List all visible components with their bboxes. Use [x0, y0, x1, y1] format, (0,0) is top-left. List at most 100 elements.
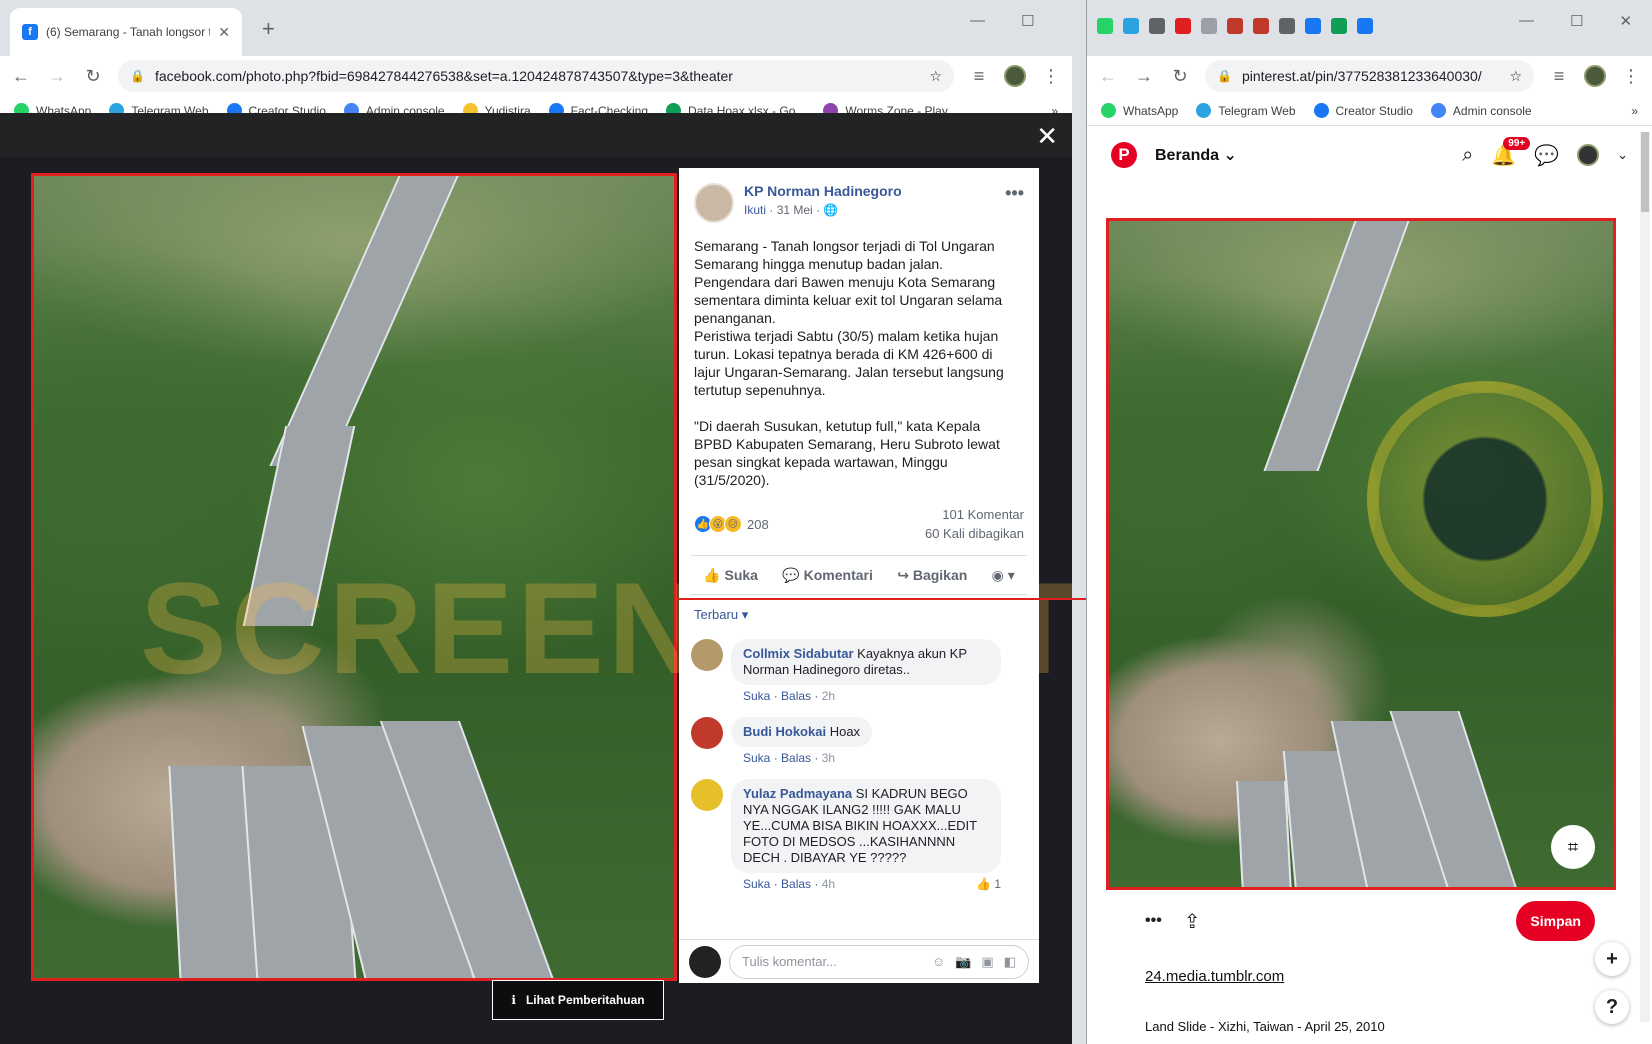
- forward-icon[interactable]: →: [46, 66, 68, 87]
- minimize-icon[interactable]: —: [1519, 12, 1534, 30]
- reload-icon[interactable]: ↻: [82, 66, 104, 87]
- author-name[interactable]: KP Norman Hadinegoro: [744, 183, 902, 199]
- bookmark-whatsapp[interactable]: WhatsApp: [1101, 103, 1178, 118]
- generic-tab-icon[interactable]: [1149, 18, 1165, 34]
- share-icon[interactable]: ⇪: [1184, 909, 1201, 934]
- more-options-icon[interactable]: •••: [1005, 183, 1024, 204]
- close-tab-icon[interactable]: [1201, 18, 1217, 34]
- sticker-icon[interactable]: ◧: [1004, 954, 1016, 970]
- scrollbar[interactable]: [1640, 132, 1650, 1022]
- more-icon[interactable]: •••: [1145, 912, 1162, 930]
- bookmarks-overflow-icon[interactable]: »: [1631, 104, 1638, 118]
- reload-icon[interactable]: ↻: [1169, 66, 1191, 87]
- home-dropdown[interactable]: Beranda ⌄: [1155, 145, 1237, 165]
- commenter-name[interactable]: Yulaz Padmayana: [743, 786, 852, 801]
- chat-icon[interactable]: 💬: [1534, 143, 1559, 168]
- comment-like-count: 👍 1: [976, 877, 1001, 891]
- star-icon[interactable]: ☆: [929, 68, 942, 85]
- link-icon[interactable]: [1227, 18, 1243, 34]
- comment-meta: Suka · Balas · 4h 👍 1: [743, 877, 1001, 891]
- chevron-down-icon[interactable]: ⌄: [1617, 147, 1628, 163]
- media-icon[interactable]: ≡: [1548, 66, 1570, 87]
- maximize-icon[interactable]: ☐: [1570, 12, 1583, 30]
- menu-icon[interactable]: ⋮: [1040, 66, 1062, 87]
- close-window-icon[interactable]: ✕: [1619, 12, 1632, 30]
- star-icon[interactable]: ☆: [1509, 68, 1522, 85]
- pinterest-logo-icon[interactable]: P: [1111, 142, 1137, 168]
- comment-like-link[interactable]: Suka: [743, 877, 770, 891]
- tab-facebook[interactable]: f (6) Semarang - Tanah longsor ter ✕: [10, 8, 242, 56]
- back-icon[interactable]: ←: [10, 66, 32, 87]
- emoji-icon[interactable]: ☺: [932, 954, 945, 969]
- new-tab-button[interactable]: +: [262, 16, 275, 42]
- help-button[interactable]: ?: [1595, 990, 1629, 1024]
- source-link[interactable]: 24.media.tumblr.com: [1145, 968, 1284, 985]
- address-bar[interactable]: 🔒 pinterest.at/pin/377528381233640030/ ☆: [1205, 60, 1534, 92]
- comment-like-link[interactable]: Suka: [743, 689, 770, 703]
- bookmark-admin-console[interactable]: Admin console: [1430, 103, 1532, 118]
- gif-icon[interactable]: ▣: [981, 954, 993, 970]
- notice-button[interactable]: ℹ Lihat Pemberitahuan: [492, 980, 664, 1020]
- telegram-icon: [1196, 103, 1212, 118]
- comment-like-link[interactable]: Suka: [743, 751, 770, 765]
- close-window-icon[interactable]: ✕: [1070, 12, 1072, 30]
- commenter-name[interactable]: Collmix Sidabutar: [743, 646, 854, 661]
- media-icon[interactable]: ≡: [968, 66, 990, 87]
- commenter-avatar[interactable]: [691, 779, 723, 811]
- menu-icon[interactable]: ⋮: [1620, 66, 1642, 87]
- bell-icon[interactable]: 🔔 99+: [1491, 136, 1531, 168]
- like-button[interactable]: 👍 Suka: [703, 567, 758, 584]
- profile-avatar[interactable]: [1584, 65, 1606, 87]
- bookmark-creator-studio[interactable]: Creator Studio: [1313, 103, 1413, 118]
- sheets-icon[interactable]: [1357, 18, 1373, 34]
- post-date: 31 Mei: [776, 203, 813, 217]
- share-count[interactable]: 60 Kali dibagikan: [925, 526, 1024, 541]
- comment-reply-link[interactable]: Balas: [781, 751, 811, 765]
- action-bar: 👍 Suka 💬 Komentari ↪ Bagikan ◉ ▾: [691, 555, 1027, 595]
- forward-icon[interactable]: →: [1133, 66, 1155, 87]
- page-selector[interactable]: ◉ ▾: [992, 567, 1015, 584]
- close-theater-icon[interactable]: ✕: [1036, 121, 1058, 152]
- maximize-icon[interactable]: ☐: [1021, 12, 1034, 30]
- save-button[interactable]: Simpan: [1516, 901, 1595, 941]
- author-avatar[interactable]: [694, 183, 734, 223]
- d-tab-icon[interactable]: [1279, 18, 1295, 34]
- profile-avatar[interactable]: [1004, 65, 1026, 87]
- sort-dropdown[interactable]: Terbaru ▾: [679, 595, 1039, 635]
- address-bar[interactable]: 🔒 facebook.com/photo.php?fbid=6984278442…: [118, 60, 954, 92]
- window-controls-right: — ☐ ✕: [1519, 12, 1632, 30]
- pinterest-header: P Beranda ⌄ ⌕ 🔔 99+ 💬 ⌄: [1087, 126, 1652, 184]
- generic-tab-icon[interactable]: [1305, 18, 1321, 34]
- comment-reply-link[interactable]: Balas: [781, 689, 811, 703]
- commenter-avatar[interactable]: [691, 639, 723, 671]
- tt-tab-icon[interactable]: [1253, 18, 1269, 34]
- share-button[interactable]: ↪ Bagikan: [897, 567, 967, 584]
- comment-count[interactable]: 101 Komentar: [925, 507, 1024, 522]
- comment-input[interactable]: Tulis komentar... ☺ 📷 ▣ ◧: [729, 944, 1029, 979]
- telegram-icon[interactable]: [1123, 18, 1139, 34]
- post-header: KP Norman Hadinegoro Ikuti · 31 Mei · 🌐 …: [679, 168, 1039, 223]
- close-tab-icon[interactable]: ✕: [218, 24, 230, 41]
- back-icon[interactable]: ←: [1097, 66, 1119, 87]
- photo-theater: ✕ SCREENSHOT BY ℹ Lihat Pemberitahuan KP…: [0, 113, 1072, 1044]
- camera-icon[interactable]: 📷: [955, 954, 971, 970]
- add-button[interactable]: +: [1595, 942, 1629, 976]
- follow-link[interactable]: Ikuti: [744, 203, 766, 217]
- scrollbar-thumb[interactable]: [1641, 132, 1649, 212]
- facebook-icon[interactable]: [1331, 18, 1347, 34]
- visual-search-icon[interactable]: ⌗: [1551, 825, 1595, 869]
- comment-item: Yulaz Padmayana SI KADRUN BEGO NYA NGGAK…: [679, 775, 1039, 901]
- comment-reply-link[interactable]: Balas: [781, 877, 811, 891]
- pinterest-avatar[interactable]: [1577, 144, 1600, 166]
- t-tab-icon[interactable]: [1175, 18, 1191, 34]
- whatsapp-icon[interactable]: [1097, 18, 1113, 34]
- pin-photo[interactable]: ⌗: [1106, 218, 1616, 890]
- comment-button[interactable]: 💬 Komentari: [782, 567, 873, 584]
- commenter-avatar[interactable]: [691, 717, 723, 749]
- search-icon[interactable]: ⌕: [1462, 144, 1473, 167]
- reaction-summary[interactable]: 👍 😮 😥 208: [694, 507, 769, 541]
- minimize-icon[interactable]: —: [970, 12, 985, 30]
- comment-item: Collmix Sidabutar Kayaknya akun KP Norma…: [679, 635, 1039, 713]
- bookmark-telegram-web[interactable]: Telegram Web: [1196, 103, 1296, 118]
- commenter-name[interactable]: Budi Hokokai: [743, 724, 826, 739]
